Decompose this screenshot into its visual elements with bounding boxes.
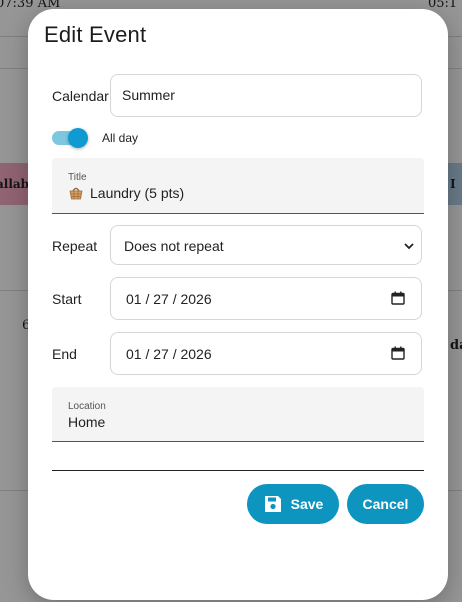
end-label: End — [52, 346, 77, 362]
calendar-icon[interactable] — [391, 346, 405, 360]
cancel-label: Cancel — [362, 496, 409, 512]
location-field-label: Location — [68, 401, 106, 412]
save-button[interactable]: Save — [247, 484, 339, 524]
end-date-input[interactable]: 01 / 27 / 2026 — [110, 332, 422, 375]
repeat-label: Repeat — [52, 238, 98, 254]
dialog-title: Edit Event — [44, 22, 147, 47]
title-field-label: Title — [68, 172, 87, 183]
all-day-label: All day — [102, 131, 139, 145]
chevron-down-icon — [403, 239, 415, 251]
calendar-label: Calendar — [52, 88, 109, 104]
basket-icon — [68, 185, 84, 201]
calendar-icon[interactable] — [391, 291, 405, 305]
start-date-input[interactable]: 01 / 27 / 2026 — [110, 277, 422, 320]
start-date-value: 01 / 27 / 2026 — [126, 291, 212, 307]
edit-event-dialog: Edit Event Calendar Summer All day Title… — [28, 9, 448, 600]
all-day-toggle-thumb[interactable] — [68, 128, 88, 148]
location-field[interactable]: Location Home — [52, 387, 424, 442]
cancel-button[interactable]: Cancel — [347, 484, 424, 524]
calendar-field[interactable]: Summer — [110, 74, 422, 117]
start-label: Start — [52, 291, 82, 307]
title-field-value: Laundry (5 pts) — [90, 185, 185, 201]
title-field[interactable]: Title Laundry (5 pts) — [52, 158, 424, 214]
calendar-value: Summer — [122, 87, 175, 103]
repeat-select[interactable]: Does not repeat — [110, 225, 422, 265]
location-field-value: Home — [68, 414, 106, 430]
save-icon — [263, 494, 283, 514]
end-date-value: 01 / 27 / 2026 — [126, 346, 212, 362]
empty-field-underline[interactable] — [52, 470, 424, 471]
repeat-value: Does not repeat — [124, 238, 224, 254]
save-label: Save — [290, 496, 324, 512]
